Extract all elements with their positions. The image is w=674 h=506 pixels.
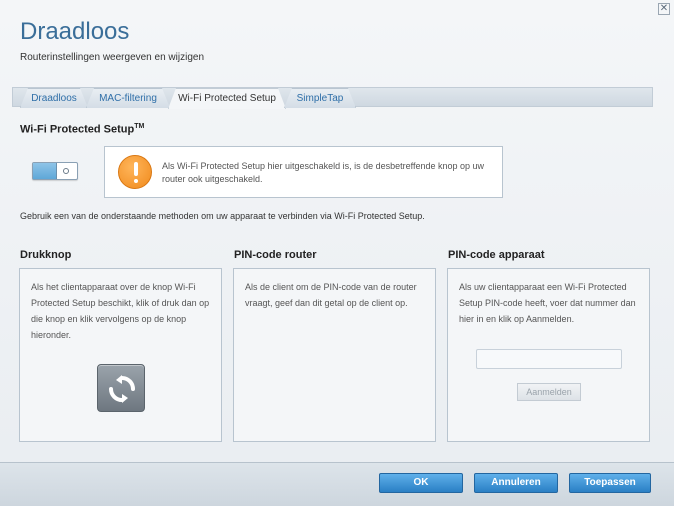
page-title: Draadloos	[20, 18, 130, 45]
close-icon[interactable]: ✕	[658, 3, 670, 15]
router-pin-title: PIN-code router	[234, 249, 317, 261]
device-pin-panel: Als uw clientapparaat een Wi-Fi Protecte…	[447, 268, 650, 442]
page-subtitle: Routerinstellingen weergeven en wijzigen	[20, 52, 204, 63]
instruction-text: Gebruik een van de onderstaande methoden…	[20, 211, 425, 221]
router-pin-panel: Als de client om de PIN-code van de rout…	[233, 268, 436, 442]
exclamation-icon	[118, 155, 152, 189]
warning-box: Als Wi-Fi Protected Setup hier uitgescha…	[104, 146, 503, 198]
toggle-off-indicator	[63, 168, 69, 174]
tab-simpletap[interactable]: SimpleTap	[284, 88, 356, 108]
wps-push-button[interactable]	[97, 364, 145, 412]
tab-draadloos[interactable]: Draadloos	[20, 88, 88, 108]
push-button-title: Drukknop	[20, 249, 72, 261]
wps-arrows-icon	[109, 375, 135, 403]
tab-wifi-protected-setup[interactable]: Wi-Fi Protected Setup	[168, 88, 286, 109]
apply-button[interactable]: Toepassen	[569, 473, 651, 493]
tab-mac-filtering[interactable]: MAC-filtering	[86, 88, 170, 108]
push-button-text: Als het clientapparaat over de knop Wi-F…	[31, 282, 210, 340]
section-title-text: Wi-Fi Protected Setup	[20, 123, 135, 136]
cancel-button[interactable]: Annuleren	[474, 473, 558, 493]
register-button[interactable]: Aanmelden	[517, 383, 581, 401]
ok-button[interactable]: OK	[379, 473, 463, 493]
section-title: Wi-Fi Protected SetupTM	[20, 123, 144, 136]
device-pin-title: PIN-code apparaat	[448, 249, 545, 261]
toggle-knob	[33, 163, 57, 179]
warning-text: Als Wi-Fi Protected Setup hier uitgescha…	[162, 161, 485, 184]
device-pin-text: Als uw clientapparaat een Wi-Fi Protecte…	[459, 282, 636, 324]
device-pin-input[interactable]	[476, 349, 622, 369]
wps-toggle[interactable]	[32, 162, 78, 180]
router-pin-text: Als de client om de PIN-code van de rout…	[245, 282, 417, 308]
trademark-mark: TM	[134, 123, 145, 130]
dialog-window: ✕ Draadloos Routerinstellingen weergeven…	[0, 0, 674, 506]
push-button-panel: Als het clientapparaat over de knop Wi-F…	[19, 268, 222, 442]
